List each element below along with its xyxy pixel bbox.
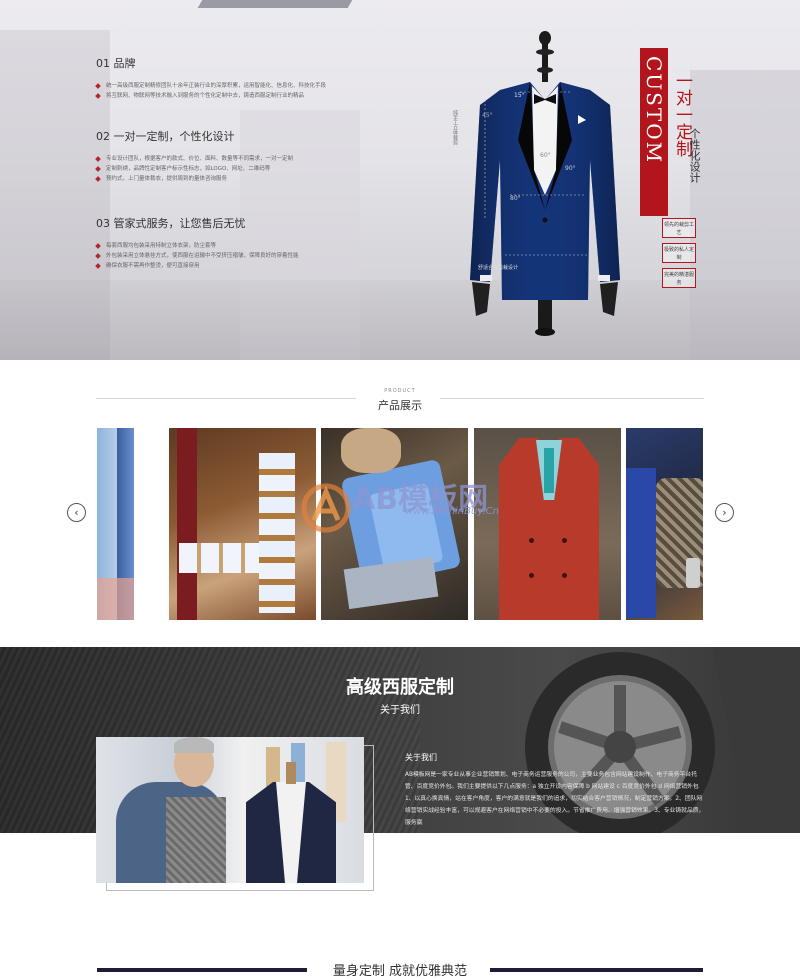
angle-label: 45° [482,112,493,119]
carousel-prev-button[interactable]: ‹ [67,503,86,522]
about-body: AB模板网是一家专业从事企业营销策划、电子商务运营服务的公司，主要业务包含网站建… [405,772,705,826]
feature-title: 01 品牌 [96,57,136,70]
tailor-photo [96,737,364,883]
chevron-right-icon: › [722,506,727,519]
angle-label: 80° [510,195,521,202]
product-section-title: 产品展示 [378,399,422,412]
feature-service: 03 管家式服务，让您售后无忧 每套西服均包装采用特制立体衣架，防尘套等 外包装… [96,215,436,271]
about-subtitle: 关于我们 [380,705,420,716]
about-content: 关于我们 AB模板网是一家专业从事企业营销策划、电子商务运营服务的公司，主要业务… [405,752,705,847]
feature-bullet: 外包装采用立体悬挂方式，使西服在运输中不受挤压褶皱，保障良好的穿着性能 [96,251,436,261]
feature-bullet: 预约式，上门量体裁衣，提供周到的量体咨询服务 [96,174,436,184]
feature-brand: 01 品牌 统一高级西服定制精修团队十余年正装行业的深厚积累，运用智能化、信息化… [96,55,436,101]
product-card[interactable] [97,428,134,620]
feature-bullet: 定制刺绣，品牌性定制客户标示性标志，如LOGO、网址、二维码等 [96,164,436,174]
feature-bullet: 确保衣服不需再作整烫，便可直接穿用 [96,261,436,271]
angle-label: 15° [514,92,525,99]
slogan-personalized: 个性化设计 [688,128,701,183]
tagline-title: 量身定制 成就优雅典范 [332,964,468,979]
suit-bottom-note: 舒适合体剪裁设计 [478,265,519,271]
product-card[interactable] [321,428,468,620]
feature-custom: 02 一对一定制，个性化设计 专业设计团队，根据客户的款式、价位、面料、数量等不… [96,128,436,184]
feature-bullet: 统一高级西服定制精修团队十余年正装行业的深厚积累，运用智能化、信息化、科技化手段 [96,81,436,91]
feature-title: 02 一对一定制，个性化设计 [96,130,235,143]
custom-banner: CUSTOM [640,48,668,216]
feature-bullet: 将互联网、物联网等技术融入到服务的个性化定制中去，铸造西服定制行业的精品 [96,91,436,101]
product-card[interactable] [169,428,316,620]
angle-label: 90° [565,165,576,172]
product-eyebrow: PRODUCT [384,388,416,394]
feature-title: 03 管家式服务，让您售后无忧 [96,217,246,230]
feature-bullet: 专业设计团队，根据客户的款式、价位、面料、数量等不同需求，一对一定制 [96,154,436,164]
custom-label: CUSTOM [642,56,666,165]
feature-tag: 完美的精湛服务 [662,268,696,288]
about-heading: 关于我们 [405,753,437,762]
hero-banner: 01 品牌 统一高级西服定制精修团队十余年正装行业的深厚积累，运用智能化、信息化… [0,0,800,360]
about-title: 高级西服定制 [346,677,454,698]
suit-mannequin-image [470,31,620,336]
carousel-next-button[interactable]: › [715,503,734,522]
angle-label: 60° [540,152,551,159]
product-card[interactable] [626,428,703,620]
suit-vertical-note: 纯手工立体裁剪 [452,110,458,145]
feature-tag: 极致的私人定制 [662,243,696,263]
product-card[interactable] [474,428,621,620]
chevron-left-icon: ‹ [74,506,79,519]
feature-tag: 领先的裁剪工艺 [662,218,696,238]
feature-bullet: 每套西服均包装采用特制立体衣架，防尘套等 [96,241,436,251]
